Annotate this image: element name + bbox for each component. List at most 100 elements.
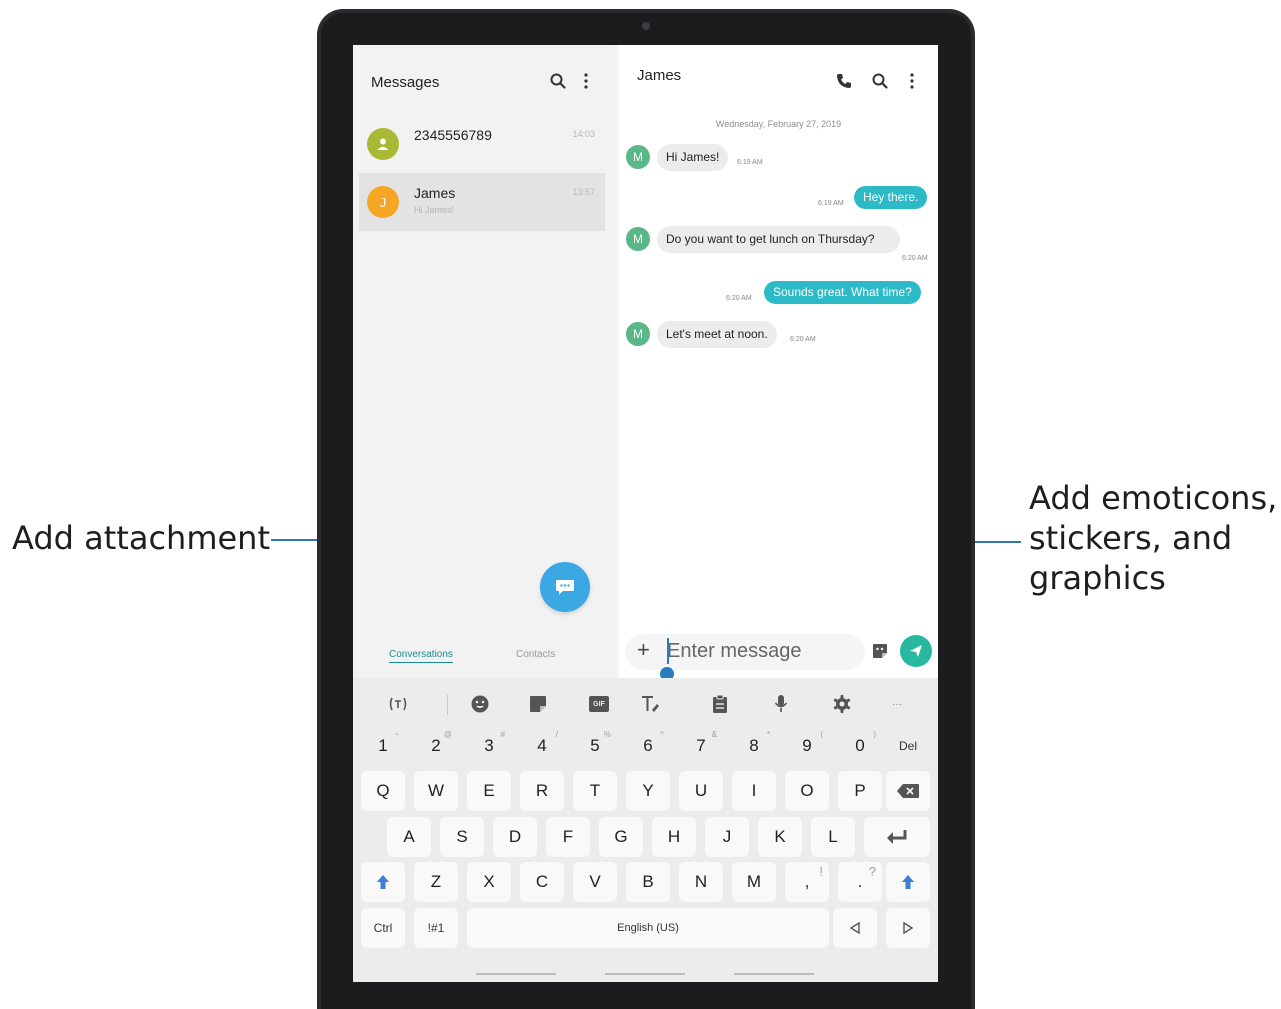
key-k[interactable]: K xyxy=(758,817,802,857)
key-u[interactable]: U xyxy=(679,771,723,811)
message-time: 6:20 AM xyxy=(902,255,928,262)
phone-icon[interactable] xyxy=(835,72,853,90)
key-w[interactable]: W xyxy=(414,771,458,811)
more-options-icon[interactable] xyxy=(907,72,917,90)
key-e[interactable]: E xyxy=(467,771,511,811)
key-sub: ~ xyxy=(394,730,399,739)
clipboard-icon[interactable] xyxy=(709,693,731,715)
tab-conversations[interactable]: Conversations xyxy=(389,649,453,663)
key-label: , xyxy=(804,872,810,891)
key-v[interactable]: V xyxy=(573,862,617,902)
key-ctrl[interactable]: Ctrl xyxy=(361,908,405,948)
sticker-icon[interactable] xyxy=(871,642,889,660)
key-h[interactable]: H xyxy=(652,817,696,857)
chat-pane: James Wednesday, February 27, 2019 M Hi … xyxy=(619,45,938,678)
key-2[interactable]: 2 @ xyxy=(414,726,458,766)
key-s[interactable]: S xyxy=(440,817,484,857)
key-d[interactable]: D xyxy=(493,817,537,857)
conversation-time: 14:03 xyxy=(572,129,595,139)
message-time: 6:20 AM xyxy=(790,336,816,343)
compose-button[interactable] xyxy=(540,562,590,612)
key-b[interactable]: B xyxy=(626,862,670,902)
avatar xyxy=(367,128,399,160)
key-9[interactable]: 9( xyxy=(785,726,829,766)
gif-icon[interactable]: GIF xyxy=(588,693,610,715)
key-c[interactable]: C xyxy=(520,862,564,902)
key-f[interactable]: F xyxy=(546,817,590,857)
gear-icon[interactable] xyxy=(831,693,853,715)
key-5[interactable]: 5% xyxy=(573,726,617,766)
key-y[interactable]: Y xyxy=(626,771,670,811)
conversation-name: James xyxy=(414,185,456,201)
search-icon[interactable] xyxy=(549,72,567,90)
key-symbols[interactable]: !#1 xyxy=(414,908,458,948)
microphone-icon[interactable] xyxy=(770,693,792,715)
key-o[interactable]: O xyxy=(785,771,829,811)
screen: Messages 2345556789 14:03 J James Hi Jam… xyxy=(353,45,938,982)
message-incoming: Let's meet at noon. xyxy=(657,321,777,348)
search-icon[interactable] xyxy=(871,72,889,90)
key-4[interactable]: 4/ xyxy=(520,726,564,766)
tab-contacts[interactable]: Contacts xyxy=(516,649,555,660)
key-delete[interactable]: Del xyxy=(886,726,930,766)
key-comma[interactable]: ,! xyxy=(785,862,829,902)
avatar: J xyxy=(367,186,399,218)
message-time: 6:19 AM xyxy=(818,200,844,207)
date-divider: Wednesday, February 27, 2019 xyxy=(715,119,842,129)
sticker-icon[interactable] xyxy=(527,693,549,715)
key-i[interactable]: I xyxy=(732,771,776,811)
message-input[interactable] xyxy=(667,638,837,664)
key-shift-left[interactable] xyxy=(361,862,405,902)
key-enter[interactable] xyxy=(864,817,930,857)
key-label: 2 xyxy=(431,736,441,755)
shift-icon xyxy=(902,875,914,889)
key-7[interactable]: 7 & xyxy=(679,726,723,766)
message-time: 6:20 AM xyxy=(726,295,752,302)
key-z[interactable]: Z xyxy=(414,862,458,902)
key-j[interactable]: J xyxy=(705,817,749,857)
key-backspace[interactable] xyxy=(886,771,930,811)
key-cursor-right[interactable] xyxy=(886,908,930,948)
contact-avatar: M xyxy=(626,322,650,346)
key-1[interactable]: 1 ~ xyxy=(361,726,405,766)
key-l[interactable]: L xyxy=(811,817,855,857)
key-space[interactable]: English (US) xyxy=(467,908,829,948)
key-t[interactable]: T xyxy=(573,771,617,811)
key-label: 1 xyxy=(378,736,388,755)
contact-avatar: M xyxy=(626,227,650,251)
key-sub: / xyxy=(555,730,558,739)
key-period[interactable]: .? xyxy=(838,862,882,902)
backspace-icon xyxy=(897,784,919,798)
more-toolbar-button[interactable]: ··· xyxy=(886,693,908,715)
conversation-item[interactable]: 2345556789 14:03 xyxy=(359,115,605,173)
key-0[interactable]: 0) xyxy=(838,726,882,766)
key-6[interactable]: 6 ^ xyxy=(626,726,670,766)
key-cursor-left[interactable] xyxy=(833,908,877,948)
add-attachment-button[interactable]: + xyxy=(637,636,650,664)
key-r[interactable]: R xyxy=(520,771,564,811)
key-p[interactable]: P xyxy=(838,771,882,811)
conversation-item[interactable]: J James Hi James! 13:57 xyxy=(359,173,605,231)
key-x[interactable]: X xyxy=(467,862,511,902)
key-m[interactable]: M xyxy=(732,862,776,902)
key-sub: ) xyxy=(873,730,876,739)
key-label: 6 xyxy=(643,736,653,755)
emoji-icon[interactable] xyxy=(469,693,491,715)
translate-icon[interactable] xyxy=(387,693,409,715)
key-shift-right[interactable] xyxy=(886,862,930,902)
text-style-icon[interactable] xyxy=(639,693,661,715)
person-icon xyxy=(377,138,389,150)
key-3[interactable]: 3 # xyxy=(467,726,511,766)
key-q[interactable]: Q xyxy=(361,771,405,811)
key-label: 3 xyxy=(484,736,494,755)
key-8[interactable]: 8 * xyxy=(732,726,776,766)
toolbar-divider xyxy=(447,695,448,715)
key-g[interactable]: G xyxy=(599,817,643,857)
message-time: 6:19 AM xyxy=(737,159,763,166)
send-button[interactable] xyxy=(900,635,932,667)
message-outgoing: Hey there. xyxy=(854,186,928,209)
more-options-icon[interactable] xyxy=(581,72,591,90)
key-a[interactable]: A xyxy=(387,817,431,857)
key-n[interactable]: N xyxy=(679,862,723,902)
send-icon xyxy=(910,645,922,657)
